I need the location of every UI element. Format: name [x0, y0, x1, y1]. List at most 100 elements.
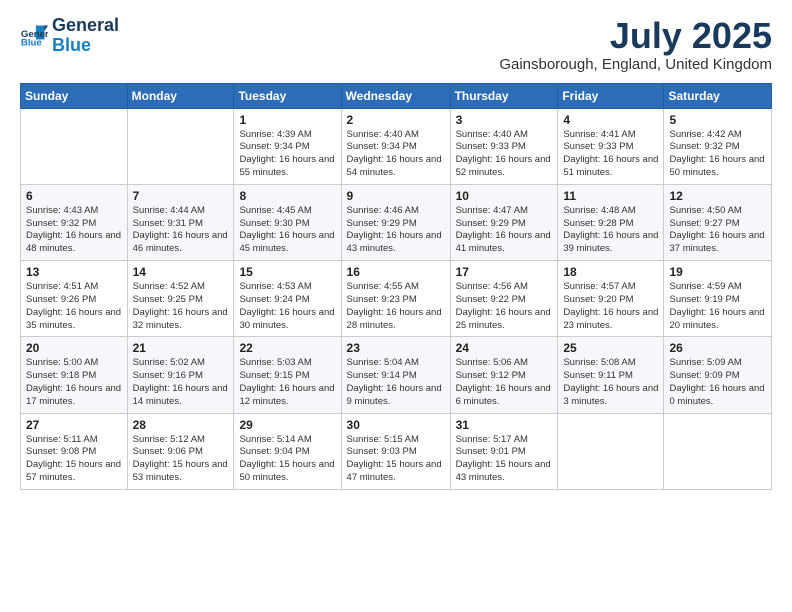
day-number: 24: [456, 341, 553, 355]
month-title: July 2025: [499, 16, 772, 56]
calendar-cell: 30 Sunrise: 5:15 AMSunset: 9:03 PMDayligh…: [341, 413, 450, 489]
day-info: Sunrise: 4:57 AMSunset: 9:20 PMDaylight:…: [563, 281, 658, 332]
svg-text:Blue: Blue: [21, 37, 42, 48]
day-info: Sunrise: 4:45 AMSunset: 9:30 PMDaylight:…: [239, 205, 335, 256]
day-info: Sunrise: 4:46 AMSunset: 9:29 PMDaylight:…: [347, 205, 445, 256]
day-info: Sunrise: 4:51 AMSunset: 9:26 PMDaylight:…: [26, 281, 122, 332]
calendar-week-5: 27 Sunrise: 5:11 AMSunset: 9:08 PMDayligh…: [21, 413, 772, 489]
logo-line1: General: [52, 16, 119, 36]
day-info: Sunrise: 5:14 AMSunset: 9:04 PMDaylight:…: [239, 434, 335, 485]
calendar-cell: 19 Sunrise: 4:59 AMSunset: 9:19 PMDayligh…: [664, 261, 772, 337]
day-info: Sunrise: 5:03 AMSunset: 9:15 PMDaylight:…: [239, 357, 335, 408]
day-info: Sunrise: 5:12 AMSunset: 9:06 PMDaylight:…: [133, 434, 229, 485]
day-info: Sunrise: 4:50 AMSunset: 9:27 PMDaylight:…: [669, 205, 766, 256]
calendar-cell: 12 Sunrise: 4:50 AMSunset: 9:27 PMDayligh…: [664, 184, 772, 260]
day-number: 4: [563, 113, 658, 127]
day-info: Sunrise: 5:17 AMSunset: 9:01 PMDaylight:…: [456, 434, 553, 485]
day-info: Sunrise: 5:08 AMSunset: 9:11 PMDaylight:…: [563, 357, 658, 408]
day-number: 13: [26, 265, 122, 279]
calendar-week-4: 20Sunrise: 5:00 AMSunset: 9:18 PMDayligh…: [21, 337, 772, 413]
calendar-cell: 6Sunrise: 4:43 AMSunset: 9:32 PMDaylight…: [21, 184, 128, 260]
day-number: 18: [563, 265, 658, 279]
day-number: 14: [133, 265, 229, 279]
day-number: 16: [347, 265, 445, 279]
location-title: Gainsborough, England, United Kingdom: [499, 56, 772, 73]
day-number: 11: [563, 189, 658, 203]
calendar-cell: 24 Sunrise: 5:06 AMSunset: 9:12 PMDayligh…: [450, 337, 558, 413]
day-info: Sunrise: 4:42 AMSunset: 9:32 PMDaylight:…: [669, 129, 766, 180]
day-number: 7: [133, 189, 229, 203]
day-info: Sunrise: 5:09 AMSunset: 9:09 PMDaylight:…: [669, 357, 766, 408]
day-number: 31: [456, 418, 553, 432]
page: General Blue General Blue July 2025 Gain…: [0, 0, 792, 612]
calendar-cell: 9 Sunrise: 4:46 AMSunset: 9:29 PMDaylight…: [341, 184, 450, 260]
day-info: Sunrise: 4:53 AMSunset: 9:24 PMDaylight:…: [239, 281, 335, 332]
calendar-cell: 2 Sunrise: 4:40 AMSunset: 9:34 PMDaylight…: [341, 108, 450, 184]
day-info: Sunrise: 4:44 AMSunset: 9:31 PMDaylight:…: [133, 205, 229, 256]
day-info: Sunrise: 5:11 AMSunset: 9:08 PMDaylight:…: [26, 434, 122, 485]
day-info: Sunrise: 4:40 AMSunset: 9:34 PMDaylight:…: [347, 129, 445, 180]
logo-line2: Blue: [52, 35, 91, 55]
day-number: 15: [239, 265, 335, 279]
day-info: Sunrise: 4:48 AMSunset: 9:28 PMDaylight:…: [563, 205, 658, 256]
calendar-week-3: 13 Sunrise: 4:51 AMSunset: 9:26 PMDayligh…: [21, 261, 772, 337]
calendar-cell: 1Sunrise: 4:39 AMSunset: 9:34 PMDaylight…: [234, 108, 341, 184]
calendar-cell: 7 Sunrise: 4:44 AMSunset: 9:31 PMDaylight…: [127, 184, 234, 260]
day-number: 12: [669, 189, 766, 203]
day-number: 10: [456, 189, 553, 203]
col-sunday: Sunday: [21, 83, 128, 108]
logo: General Blue General Blue: [20, 16, 119, 56]
calendar-cell: 22 Sunrise: 5:03 AMSunset: 9:15 PMDayligh…: [234, 337, 341, 413]
day-number: 19: [669, 265, 766, 279]
calendar-cell: 14 Sunrise: 4:52 AMSunset: 9:25 PMDayligh…: [127, 261, 234, 337]
calendar-cell: 10Sunrise: 4:47 AMSunset: 9:29 PMDayligh…: [450, 184, 558, 260]
calendar-cell: 29 Sunrise: 5:14 AMSunset: 9:04 PMDayligh…: [234, 413, 341, 489]
calendar-week-1: 1Sunrise: 4:39 AMSunset: 9:34 PMDaylight…: [21, 108, 772, 184]
day-info: Sunrise: 4:43 AMSunset: 9:32 PMDaylight:…: [26, 205, 122, 256]
calendar-cell: 5 Sunrise: 4:42 AMSunset: 9:32 PMDaylight…: [664, 108, 772, 184]
calendar-cell: 3Sunrise: 4:40 AMSunset: 9:33 PMDaylight…: [450, 108, 558, 184]
calendar-cell: 4 Sunrise: 4:41 AMSunset: 9:33 PMDaylight…: [558, 108, 664, 184]
calendar-cell: 18 Sunrise: 4:57 AMSunset: 9:20 PMDayligh…: [558, 261, 664, 337]
day-info: Sunrise: 5:00 AMSunset: 9:18 PMDaylight:…: [26, 357, 122, 408]
day-info: Sunrise: 4:59 AMSunset: 9:19 PMDaylight:…: [669, 281, 766, 332]
day-info: Sunrise: 5:02 AMSunset: 9:16 PMDaylight:…: [133, 357, 229, 408]
calendar-cell: [127, 108, 234, 184]
calendar-cell: [664, 413, 772, 489]
calendar-cell: 26 Sunrise: 5:09 AMSunset: 9:09 PMDayligh…: [664, 337, 772, 413]
day-number: 22: [239, 341, 335, 355]
day-number: 5: [669, 113, 766, 127]
calendar-cell: 31 Sunrise: 5:17 AMSunset: 9:01 PMDayligh…: [450, 413, 558, 489]
col-tuesday: Tuesday: [234, 83, 341, 108]
calendar-cell: 23Sunrise: 5:04 AMSunset: 9:14 PMDayligh…: [341, 337, 450, 413]
calendar-cell: 8 Sunrise: 4:45 AMSunset: 9:30 PMDaylight…: [234, 184, 341, 260]
col-saturday: Saturday: [664, 83, 772, 108]
day-number: 9: [347, 189, 445, 203]
day-number: 2: [347, 113, 445, 127]
day-info: Sunrise: 5:15 AMSunset: 9:03 PMDaylight:…: [347, 434, 445, 485]
day-number: 25: [563, 341, 658, 355]
day-number: 17: [456, 265, 553, 279]
day-number: 8: [239, 189, 335, 203]
day-info: Sunrise: 5:06 AMSunset: 9:12 PMDaylight:…: [456, 357, 553, 408]
day-number: 23: [347, 341, 445, 355]
calendar-cell: 13 Sunrise: 4:51 AMSunset: 9:26 PMDayligh…: [21, 261, 128, 337]
calendar-cell: 27 Sunrise: 5:11 AMSunset: 9:08 PMDayligh…: [21, 413, 128, 489]
calendar-cell: 11 Sunrise: 4:48 AMSunset: 9:28 PMDayligh…: [558, 184, 664, 260]
day-info: Sunrise: 4:39 AMSunset: 9:34 PMDaylight:…: [239, 129, 335, 180]
day-number: 27: [26, 418, 122, 432]
day-info: Sunrise: 4:52 AMSunset: 9:25 PMDaylight:…: [133, 281, 229, 332]
calendar-cell: 15 Sunrise: 4:53 AMSunset: 9:24 PMDayligh…: [234, 261, 341, 337]
day-info: Sunrise: 4:41 AMSunset: 9:33 PMDaylight:…: [563, 129, 658, 180]
day-number: 3: [456, 113, 553, 127]
logo-text: General Blue: [52, 16, 119, 56]
calendar-week-2: 6Sunrise: 4:43 AMSunset: 9:32 PMDaylight…: [21, 184, 772, 260]
logo-icon: General Blue: [20, 22, 48, 50]
day-number: 29: [239, 418, 335, 432]
calendar-cell: 21Sunrise: 5:02 AMSunset: 9:16 PMDayligh…: [127, 337, 234, 413]
day-number: 30: [347, 418, 445, 432]
col-wednesday: Wednesday: [341, 83, 450, 108]
calendar: Sunday Monday Tuesday Wednesday Thursday…: [20, 83, 772, 490]
day-number: 26: [669, 341, 766, 355]
day-info: Sunrise: 4:55 AMSunset: 9:23 PMDaylight:…: [347, 281, 445, 332]
